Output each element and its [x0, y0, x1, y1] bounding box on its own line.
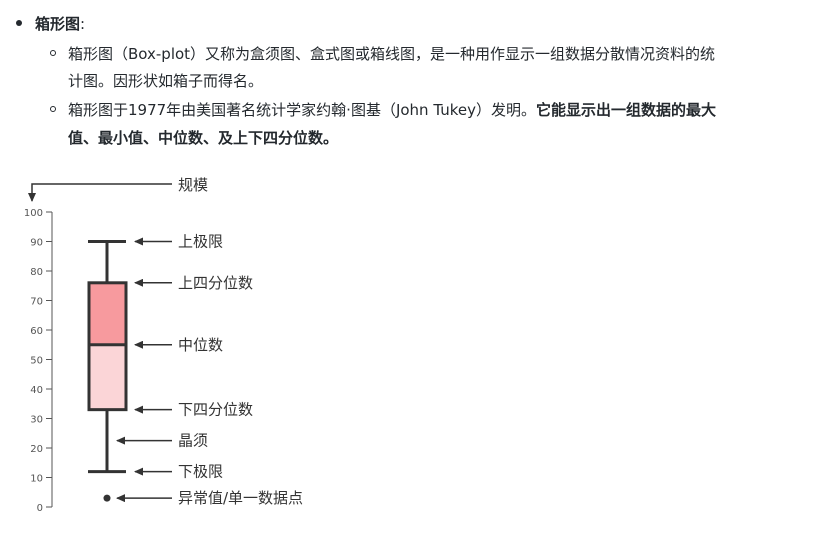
item1-line2: 计图。因形状如箱子而得名。 — [68, 72, 264, 90]
scale-pointer — [28, 183, 172, 202]
tick-label: 10 — [30, 474, 43, 485]
heading-colon: : — [80, 15, 86, 33]
tick-label: 30 — [30, 415, 43, 426]
sub-bullet-2 — [50, 106, 56, 112]
item2-normal: 箱形图于1977年由美国著名统计学家约翰·图基（John Tukey）发明。 — [68, 101, 536, 119]
tick-label: 70 — [30, 297, 43, 308]
upper-limit-label: 上极限 — [178, 233, 223, 251]
bullet-dot — [16, 20, 22, 26]
tick-label: 40 — [30, 385, 43, 396]
item1-line1: 箱形图（Box-plot）又称为盒须图、盒式图或箱线图，是一种用作显示一组数据分… — [68, 45, 716, 63]
tick-label: 90 — [30, 238, 43, 249]
heading-title: 箱形图 — [35, 15, 81, 33]
lower-limit-label: 下极限 — [178, 463, 223, 481]
tick-label: 20 — [30, 444, 43, 455]
section-heading: 箱形图: — [35, 13, 85, 35]
tick-label: 80 — [30, 267, 43, 278]
lower-box — [89, 344, 126, 410]
median-label: 中位数 — [178, 336, 223, 354]
upper-quartile-label: 上四分位数 — [178, 274, 253, 292]
tick-label: 60 — [30, 326, 43, 337]
scale-label: 规模 — [178, 176, 208, 194]
sub-bullet-1 — [50, 50, 56, 56]
boxplot-figure: 1009080706050403020100 规模 上极限上四分位数中位数下四分… — [24, 176, 303, 514]
tick-label: 100 — [24, 208, 43, 219]
outlier-label: 异常值/单一数据点 — [178, 489, 303, 507]
upper-box — [89, 282, 126, 345]
tick-label: 0 — [37, 503, 43, 514]
item2-line1: 箱形图于1977年由美国著名统计学家约翰·图基（John Tukey）发明。它能… — [68, 99, 716, 121]
item2-bold-start: 它能显示出一组数据的最大 — [535, 101, 716, 119]
tick-label: 50 — [30, 356, 43, 367]
whisker-label: 晶须 — [178, 432, 208, 450]
item2-bold-end: 值、最小值、中位数、及上下四分位数。 — [68, 129, 339, 147]
outlier-point — [103, 494, 111, 502]
lower-quartile-label: 下四分位数 — [178, 401, 253, 419]
item2-line2: 值、最小值、中位数、及上下四分位数。 — [68, 127, 338, 149]
